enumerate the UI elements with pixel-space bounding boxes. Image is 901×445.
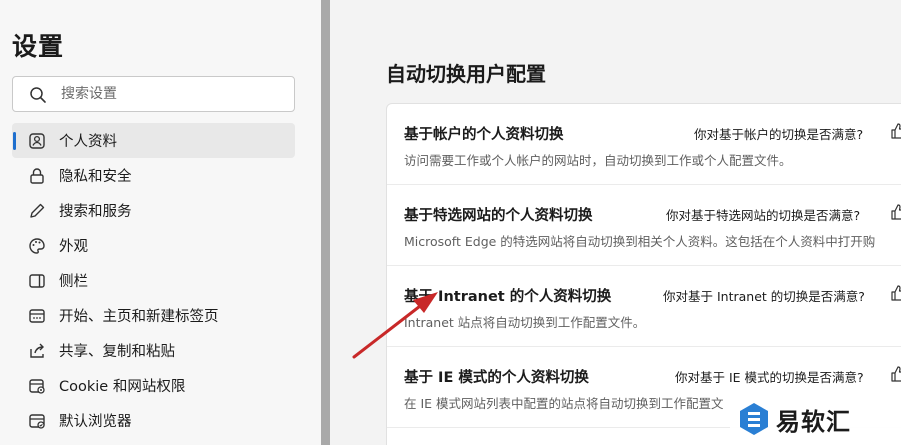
watermark-logo-icon — [738, 401, 770, 437]
setting-title: 基于 IE 模式的个人资料切换 — [404, 370, 589, 386]
sidebar-item-label: 侧栏 — [59, 274, 88, 290]
setting-title: 基于特选网站的个人资料切换 — [404, 208, 593, 224]
setting-description: Microsoft Edge 的特选网站将自动切换到相关个人资料。这包括在个人资… — [404, 234, 876, 249]
pane-divider[interactable] — [321, 0, 330, 445]
sidebar-item-profile[interactable]: 个人资料 — [12, 123, 295, 158]
sidebar-item-label: 个人资料 — [59, 134, 117, 150]
sidebar-item-label: 外观 — [59, 239, 88, 255]
sidebar-item-share-copy-paste[interactable]: 共享、复制和粘贴 — [12, 333, 295, 368]
watermark: 易软汇 — [730, 393, 901, 445]
setting-row-account[interactable]: 基于帐户的个人资料切换 你对基于帐户的切换是否满意? 访问需要工作或个人帐户的网… — [387, 104, 901, 185]
search-input[interactable] — [61, 83, 281, 105]
profile-icon — [27, 131, 47, 151]
sidebar-item-label: 共享、复制和粘贴 — [59, 344, 175, 360]
sidebar-item-default-browser[interactable]: 默认浏览器 — [12, 403, 295, 438]
cookie-icon — [27, 376, 47, 396]
setting-description: Intranet 站点将自动切换到工作配置文件。 — [404, 315, 646, 330]
settings-sidebar: 设置 个人资料 隐私和安全 搜索和服务 — [0, 0, 321, 445]
sidebar-item-cookies[interactable]: Cookie 和网站权限 — [12, 368, 295, 403]
sidebar-title: 设置 — [12, 32, 65, 61]
feedback-question: 你对基于特选网站的切换是否满意? — [666, 208, 861, 223]
share-icon — [27, 341, 47, 361]
sidebar-item-label: 搜索和服务 — [59, 204, 132, 220]
sidebar-item-label: 开始、主页和新建标签页 — [59, 309, 219, 325]
thumbs-up-icon[interactable] — [890, 365, 901, 383]
feedback-question: 你对基于 Intranet 的切换是否满意? — [663, 289, 865, 304]
pencil-icon — [27, 201, 47, 221]
thumbs-up-icon[interactable] — [890, 122, 901, 140]
sidebar-item-start-home[interactable]: 开始、主页和新建标签页 — [12, 298, 295, 333]
sidebar-item-sidebar[interactable]: 侧栏 — [12, 263, 295, 298]
search-icon — [29, 86, 47, 104]
sidebar-item-appearance[interactable]: 外观 — [12, 228, 295, 263]
lock-icon — [27, 166, 47, 186]
setting-description: 在 IE 模式网站列表中配置的站点将自动切换到工作配置文 — [404, 396, 724, 411]
sidebar-item-label: Cookie 和网站权限 — [59, 379, 186, 395]
setting-row-intranet[interactable]: 基于 Intranet 的个人资料切换 你对基于 Intranet 的切换是否满… — [387, 266, 901, 347]
palette-icon — [27, 236, 47, 256]
home-tab-icon — [27, 306, 47, 326]
main-content: 自动切换用户配置 基于帐户的个人资料切换 你对基于帐户的切换是否满意? 访问需要… — [330, 0, 901, 445]
setting-title: 基于帐户的个人资料切换 — [404, 127, 564, 143]
browser-icon — [27, 411, 47, 431]
sidebar-icon — [27, 271, 47, 291]
feedback-question: 你对基于帐户的切换是否满意? — [694, 127, 864, 142]
page-title: 自动切换用户配置 — [386, 62, 546, 86]
sidebar-item-search-services[interactable]: 搜索和服务 — [12, 193, 295, 228]
setting-description: 访问需要工作或个人帐户的网站时，自动切换到工作或个人配置文件。 — [404, 153, 792, 168]
sidebar-item-label: 默认浏览器 — [59, 414, 132, 430]
setting-title: 基于 Intranet 的个人资料切换 — [404, 289, 612, 305]
watermark-text: 易软汇 — [776, 407, 851, 436]
setting-row-curated-sites[interactable]: 基于特选网站的个人资料切换 你对基于特选网站的切换是否满意? Microsoft… — [387, 185, 901, 266]
sidebar-item-privacy[interactable]: 隐私和安全 — [12, 158, 295, 193]
thumbs-up-icon[interactable] — [890, 284, 901, 302]
feedback-question: 你对基于 IE 模式的切换是否满意? — [675, 370, 864, 385]
sidebar-item-label: 隐私和安全 — [59, 169, 132, 185]
search-box[interactable] — [12, 76, 295, 112]
sidebar-nav: 个人资料 隐私和安全 搜索和服务 外观 侧栏 开始、主页和新建标签页 共享、复制… — [12, 123, 295, 438]
thumbs-up-icon[interactable] — [890, 203, 901, 221]
